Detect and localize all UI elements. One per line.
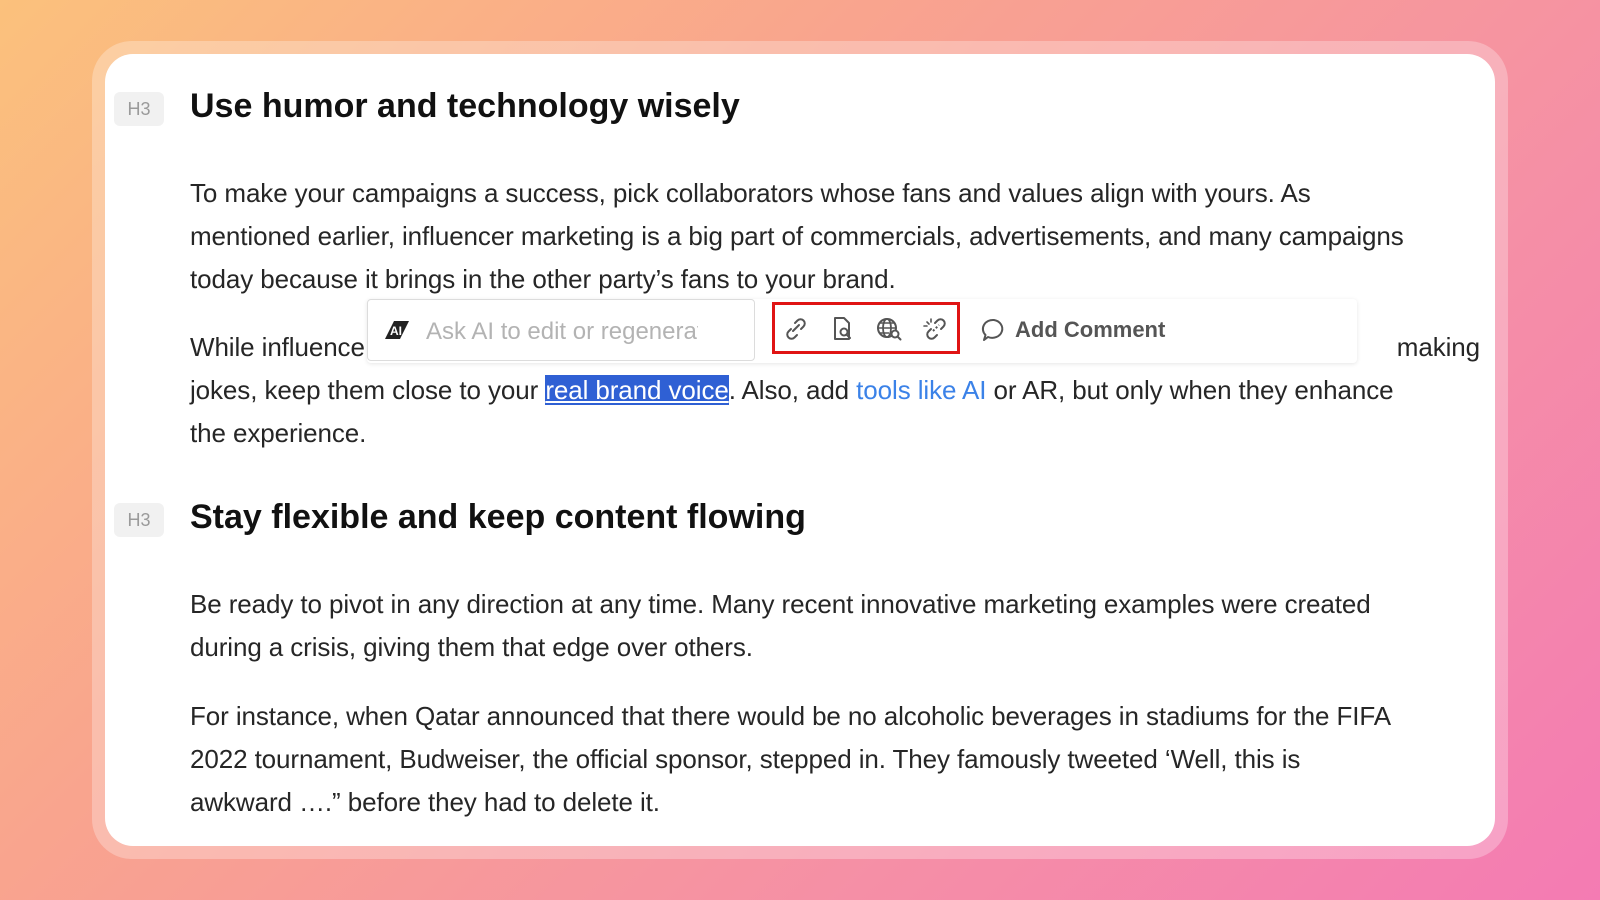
add-comment-button[interactable]: Add Comment	[981, 313, 1165, 347]
heading-level-badge[interactable]: H3	[114, 503, 164, 537]
ai-logo-icon: AI	[385, 321, 409, 339]
paragraph: jokes, keep them close to your real bran…	[190, 369, 1490, 455]
globe-search-icon[interactable]	[874, 316, 904, 342]
link-icon[interactable]	[781, 316, 811, 342]
paragraph-text-end: making	[1396, 332, 1480, 362]
paragraph-line: mentioned earlier, influencer marketing …	[190, 221, 1404, 251]
paragraph-text: jokes, keep them close to your	[190, 375, 546, 405]
svg-text:AI: AI	[390, 324, 402, 338]
paragraph-line: 2022 tournament, Budweiser, the official…	[190, 744, 1301, 774]
paragraph-line: For instance, when Qatar announced that …	[190, 701, 1391, 731]
ai-prompt-box[interactable]: AI	[367, 299, 755, 361]
paragraph-line: today because it brings in the other par…	[190, 264, 896, 294]
paragraph: To make your campaigns a success, pick c…	[190, 172, 1490, 301]
comment-bubble-icon	[981, 318, 1004, 341]
section-heading: Stay flexible and keep content flowing	[190, 498, 806, 536]
document-search-icon[interactable]	[827, 316, 857, 342]
paragraph-text: . Also, add	[728, 375, 857, 405]
heading-level-badge[interactable]: H3	[114, 92, 164, 126]
editor-document[interactable]: H3 Use humor and technology wisely To ma…	[105, 54, 1495, 846]
link-actions-group	[772, 302, 960, 354]
paragraph-line: the experience.	[190, 418, 367, 448]
unlink-icon[interactable]	[921, 316, 951, 342]
paragraph: Be ready to pivot in any direction at an…	[190, 583, 1490, 669]
ai-prompt-input[interactable]	[424, 314, 700, 350]
paragraph-line: jokes, keep them close to your real bran…	[190, 369, 1490, 412]
paragraph-line: during a crisis, giving them that edge o…	[190, 632, 753, 662]
paragraph-text: or AR, but only when they enhance	[986, 375, 1394, 405]
paragraph-line: To make your campaigns a success, pick c…	[190, 178, 1311, 208]
selected-link[interactable]: real brand voice	[545, 375, 729, 405]
section-heading: Use humor and technology wisely	[190, 87, 740, 125]
paragraph: For instance, when Qatar announced that …	[190, 695, 1490, 824]
paragraph-line: awkward ….” before they had to delete it…	[190, 787, 660, 817]
floating-toolbar: AI Ask AI to edit or regenerate Add Comm…	[367, 299, 1357, 363]
add-comment-label: Add Comment	[1015, 317, 1166, 342]
paragraph-line: Be ready to pivot in any direction at an…	[190, 589, 1371, 619]
hyperlink[interactable]: tools like AI	[856, 375, 986, 405]
paragraph-text-start: While influence	[190, 332, 365, 362]
